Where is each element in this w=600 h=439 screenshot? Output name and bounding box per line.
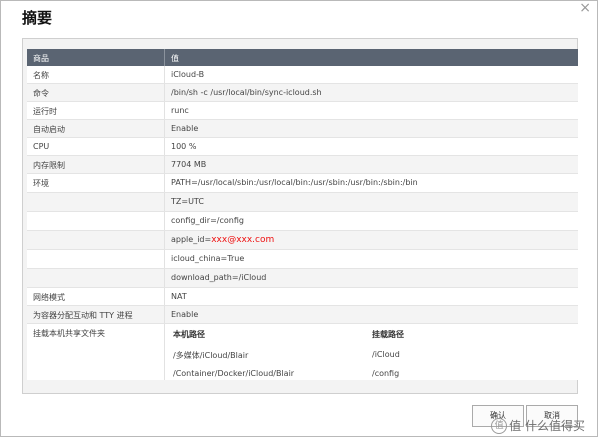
row-value: iCloud-B [171, 70, 205, 79]
table-row: 内存限制 7704 MB [27, 156, 578, 174]
table-row: download_path=/iCloud [27, 269, 578, 288]
mount-host-path: /Container/Docker/iCloud/Blair [173, 369, 295, 378]
close-icon[interactable]: × [579, 1, 591, 15]
watermark-text: 值 什么值得买 [509, 418, 585, 433]
table-row: icloud_china=True [27, 250, 578, 269]
row-key: 运行时 [33, 107, 57, 116]
row-key: 内存限制 [33, 161, 65, 170]
mount-row: 挂载本机共享文件夹 本机路径 挂载路径 /多媒体/iCloud/Blair /i… [27, 324, 578, 380]
row-value: icloud_china=True [171, 254, 245, 263]
apple-id-email: xxx@xxx.com [211, 235, 275, 245]
summary-dialog: 摘要 × 商品 值 名称 iCloud-B 命令 /bin/sh -c /usr… [0, 0, 598, 437]
table-row: TZ=UTC [27, 193, 578, 212]
watermark: 值值 什么值得买 [491, 417, 585, 434]
row-value: runc [171, 106, 189, 115]
row-value: TZ=UTC [171, 197, 204, 206]
table-row: 为容器分配互动和 TTY 进程 Enable [27, 306, 578, 324]
mount-header-container: 挂载路径 [372, 330, 404, 339]
table-header: 商品 值 [27, 49, 578, 66]
row-key: 自动启动 [33, 125, 65, 134]
table-row: 自动启动 Enable [27, 120, 578, 138]
row-value: /bin/sh -c /usr/local/bin/sync-icloud.sh [171, 88, 322, 97]
row-key: 挂载本机共享文件夹 [33, 329, 105, 338]
mount-header-host: 本机路径 [173, 330, 205, 339]
table-row: 命令 /bin/sh -c /usr/local/bin/sync-icloud… [27, 84, 578, 102]
row-key: 环境 [33, 179, 49, 188]
row-value: Enable [171, 124, 199, 133]
table-row: 环境 PATH=/usr/local/sbin:/usr/local/bin:/… [27, 174, 578, 193]
row-value: download_path=/iCloud [171, 273, 267, 282]
table-row: CPU 100 % [27, 138, 578, 156]
row-value: 7704 MB [171, 160, 207, 169]
mount-container-path: /config [372, 369, 400, 378]
row-value: PATH=/usr/local/sbin:/usr/local/bin:/usr… [171, 178, 418, 187]
row-key: 命令 [33, 89, 49, 98]
table-row: 运行时 runc [27, 102, 578, 120]
dialog-title: 摘要 [22, 9, 53, 27]
header-value: 值 [171, 54, 179, 63]
mount-container-path: /iCloud [372, 350, 400, 359]
row-value: NAT [171, 292, 187, 301]
table-row: config_dir=/config [27, 212, 578, 231]
header-key: 商品 [33, 54, 49, 63]
row-value: Enable [171, 310, 199, 319]
table-row: apple_id=xxx@xxx.com [27, 231, 578, 250]
row-key: 名称 [33, 71, 49, 80]
row-value: 100 % [171, 142, 197, 151]
mount-host-path: /多媒体/iCloud/Blair [173, 351, 249, 360]
table-row: 网络模式 NAT [27, 288, 578, 306]
row-value: config_dir=/config [171, 216, 244, 225]
summary-panel: 商品 值 名称 iCloud-B 命令 /bin/sh -c /usr/loca… [22, 38, 578, 394]
table-row: 名称 iCloud-B [27, 66, 578, 84]
row-value: apple_id=xxx@xxx.com [171, 235, 275, 245]
summary-table: 商品 值 名称 iCloud-B 命令 /bin/sh -c /usr/loca… [27, 49, 578, 380]
row-key: 网络模式 [33, 293, 65, 302]
row-key: CPU [33, 142, 50, 151]
watermark-logo-icon: 值 [491, 418, 508, 434]
row-key: 为容器分配互动和 TTY 进程 [33, 311, 133, 320]
